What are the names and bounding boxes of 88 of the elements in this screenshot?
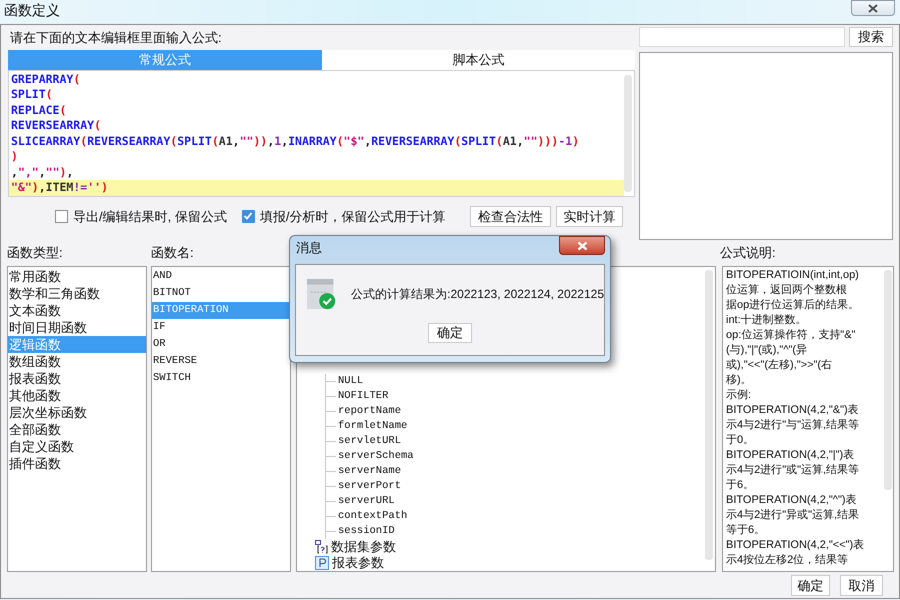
description-line: BITOPERATION(4,2,"&")表 [726, 403, 860, 418]
dataset-icon [315, 540, 328, 554]
code-line: REVERSEARRAY( [10, 118, 102, 134]
tree-item[interactable]: serverPort [338, 479, 402, 494]
search-results-list[interactable] [639, 52, 893, 240]
message-title: 消息 [295, 239, 322, 257]
function-item[interactable]: REVERSE [152, 353, 290, 370]
category-item[interactable]: 文本函数 [8, 302, 146, 319]
close-icon [576, 240, 588, 250]
category-label: 函数类型: [7, 244, 64, 262]
calculate-button[interactable]: 实时计算 [556, 206, 623, 227]
code-line: ,",",""), [10, 164, 74, 180]
category-item[interactable]: 数学和三角函数 [8, 285, 146, 302]
tree-item[interactable]: 数据集参数 [331, 539, 396, 555]
option-label: 导出/编辑结果时, 保留公式 [73, 208, 227, 226]
category-item[interactable]: 其他函数 [8, 387, 146, 404]
description-line: 于0。 [726, 433, 756, 448]
validate-button[interactable]: 检查合法性 [470, 206, 551, 227]
category-item[interactable]: 自定义函数 [8, 438, 146, 455]
function-item[interactable]: AND [152, 268, 290, 285]
description-line: 位运算，返回两个整数根 [726, 283, 848, 298]
category-item[interactable]: 数组函数 [8, 353, 146, 370]
close-button[interactable] [559, 236, 605, 255]
description-line: BITOPERATION(4,2,"|")表 [726, 448, 856, 463]
description-line: BITOPERATION(4,2,"<<")表 [726, 538, 866, 553]
description-line: 示4与2进行"或"运算,结果等 [726, 463, 860, 478]
category-item[interactable]: 报表函数 [8, 370, 146, 387]
category-item[interactable]: 全部函数 [8, 421, 146, 438]
scrollbar[interactable] [705, 270, 713, 560]
option-label: 填报/分析时，保留公式用于计算 [260, 208, 446, 226]
description-line: 于6。 [726, 478, 756, 493]
window-title: 函数定义 [4, 1, 60, 20]
function-item[interactable]: BITNOT [152, 285, 290, 302]
cancel-button[interactable]: 取消 [840, 575, 883, 596]
code-line: ) [10, 149, 19, 165]
function-item[interactable]: SWITCH [152, 370, 290, 387]
category-item[interactable]: 插件函数 [8, 455, 146, 472]
ok-button[interactable]: 确定 [791, 575, 830, 596]
success-icon [307, 278, 336, 310]
tree-item[interactable]: reportName [338, 404, 402, 419]
description-line: 示4按位左移2位，结果等 [726, 553, 850, 568]
description-line: 移)。 [726, 373, 753, 388]
checkbox[interactable] [242, 210, 255, 223]
description-line: 或),"<<"(左移),">>"(右 [726, 358, 834, 373]
tree-item[interactable]: NOFILTER [338, 389, 388, 404]
description-line: BITOPERATION(4,2,"^")表 [726, 493, 858, 508]
code-line: SLICEARRAY(REVERSEARRAY(SPLIT(A1,"")),1,INARRAY("$",REVERSEARRAY(SPLIT(A1,"")))-1) [10, 134, 580, 150]
description-line: 示例: [726, 388, 752, 403]
tree-item[interactable]: sessionID [338, 524, 395, 539]
tree-item[interactable]: servletURL [338, 434, 402, 449]
tree-item[interactable]: serverName [338, 464, 402, 479]
tree-item[interactable]: formletName [338, 419, 408, 434]
close-button[interactable] [851, 0, 895, 16]
code-line: SPLIT( [10, 87, 54, 103]
function-item[interactable]: OR [152, 336, 290, 353]
message-text: 公式的计算结果为:2022123, 2022124, 2022125 [351, 286, 604, 303]
scrollbar[interactable] [624, 74, 632, 192]
category-item[interactable]: 时间日期函数 [8, 319, 146, 336]
description-line: BITOPERATIOIN(int,int,op) [726, 268, 860, 283]
checkbox[interactable] [55, 210, 68, 223]
prompt-label: 请在下面的文本编辑框里面输入公式: [9, 29, 223, 47]
tree-item[interactable]: NULL [338, 374, 364, 389]
search-button[interactable]: 搜索 [849, 27, 893, 47]
search-field[interactable] [639, 27, 845, 47]
close-icon [868, 4, 878, 12]
description-label: 公式说明: [720, 244, 776, 262]
scrollbar[interactable] [884, 270, 892, 490]
description-line: 示4与2进行"与"运算,结果等 [726, 418, 860, 433]
code-line: GREPARRAY( [10, 72, 82, 88]
function-label: 函数名: [151, 244, 195, 262]
description-line: int:十进制整数。 [726, 313, 808, 328]
ok-button[interactable]: 确定 [428, 323, 472, 343]
tree-item[interactable]: 报表参数 [332, 555, 384, 571]
description-line: 据op进行位运算后的结果。 [726, 298, 860, 313]
description-line: 等于6。 [726, 523, 766, 538]
tree-item[interactable]: serverURL [338, 494, 395, 509]
category-item[interactable]: 常用函数 [8, 268, 146, 285]
code-editor[interactable]: GREPARRAY( SPLIT( REPLACE( REVERSEARRAY( SLICEARRAY(REVERSEARRAY(SPLIT(A1,"")),1,INARRAY("$",REVERSEARRAY(SPLIT(A1,"")))-1) ) ,",",""), "&"),ITEM!='') [8, 70, 635, 197]
description-line: op:位运算操作符，支持"&" [726, 328, 856, 343]
category-item[interactable]: 层次坐标函数 [8, 404, 146, 421]
tree-item[interactable]: serverSchema [338, 449, 414, 464]
tab[interactable]: 脚本公式 [322, 50, 635, 70]
description-line: (与),"|"(或),"^"(异 [726, 343, 808, 358]
tree-item[interactable]: contextPath [338, 509, 408, 524]
function-item[interactable]: IF [152, 319, 290, 336]
parameter-icon [315, 556, 329, 570]
code-line: REPLACE( [10, 102, 68, 118]
description-line: 示4与2进行"异或"运算,结果 [726, 508, 860, 523]
